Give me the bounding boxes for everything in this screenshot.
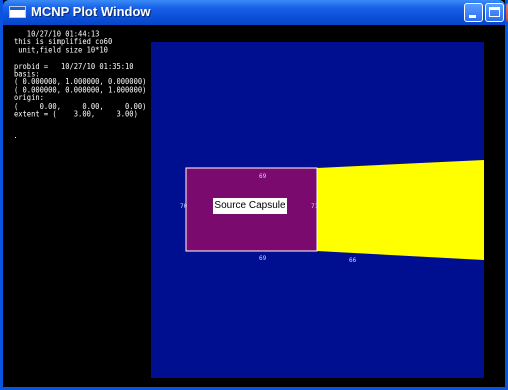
- geometry-plot-area[interactable]: 69 70 71 69 66 Source Capsule: [151, 42, 484, 378]
- maximize-button[interactable]: [485, 3, 504, 22]
- maximize-icon: [489, 7, 500, 17]
- cell-label-bottom: 69: [259, 255, 267, 262]
- source-capsule-label-box: Source Capsule: [213, 198, 287, 214]
- mcnp-plot-window: MCNP Plot Window 10/27/10 01:44:13 this …: [0, 0, 508, 390]
- window-title: MCNP Plot Window: [31, 4, 151, 19]
- cursor-dot: [15, 137, 16, 138]
- info-line-subtitle: unit,field size 10*10: [14, 44, 108, 55]
- cell-label-right: 71: [311, 203, 319, 210]
- plot-info-panel: 10/27/10 01:44:13 this is simplified co6…: [14, 30, 146, 118]
- geometry-plot-svg: 69 70 71 69 66: [151, 42, 484, 378]
- minimize-button[interactable]: [464, 3, 483, 22]
- beam-region: [317, 160, 484, 260]
- source-capsule-label: Source Capsule: [214, 200, 286, 211]
- cell-label-top: 69: [259, 173, 267, 180]
- cell-label-beam: 66: [349, 257, 357, 264]
- minimize-icon: [469, 15, 476, 18]
- window-icon[interactable]: [9, 6, 26, 18]
- cell-label-left: 70: [180, 203, 188, 210]
- info-line-extent: extent = ( 3.00, 3.00): [14, 108, 138, 119]
- title-bar[interactable]: MCNP Plot Window: [3, 0, 508, 25]
